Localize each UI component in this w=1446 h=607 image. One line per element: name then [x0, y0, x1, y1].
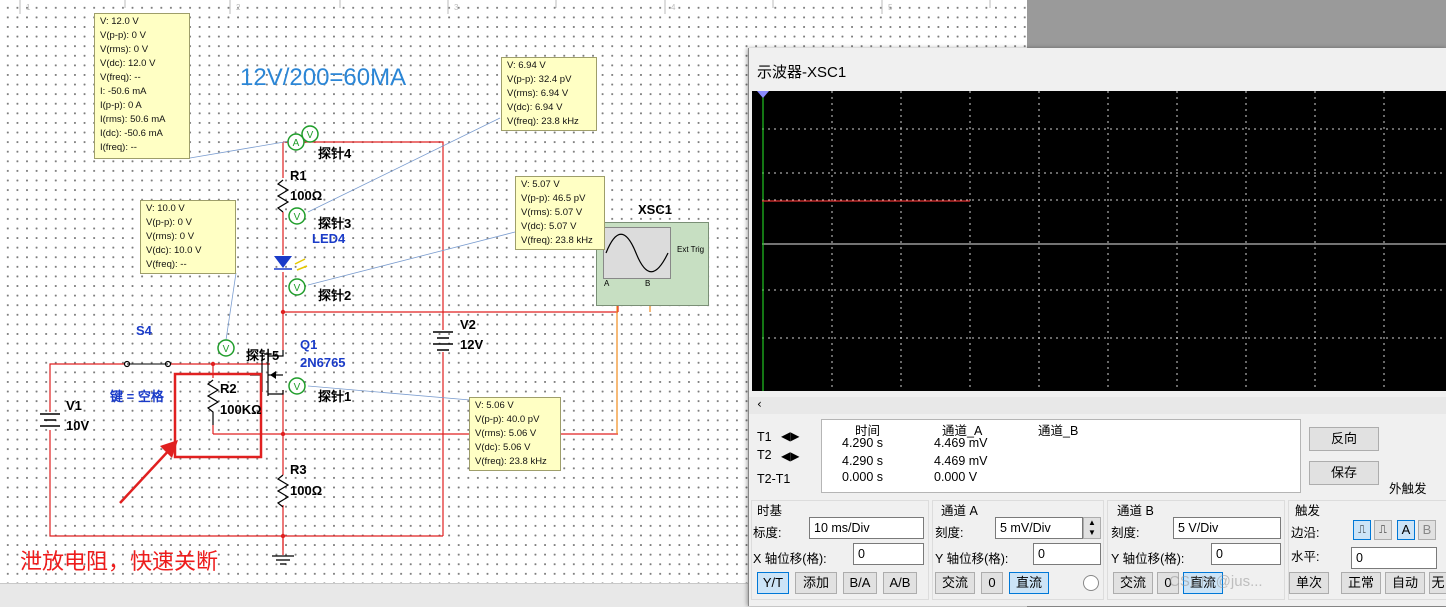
svg-text:V: V: [223, 344, 230, 355]
r3-value: 100Ω: [290, 483, 323, 498]
timebase-title: 时基: [757, 504, 783, 518]
col-ch-b: 通道_B: [1038, 424, 1079, 438]
cursor-readout: 时间 通道_A 通道_B 4.290 s 4.469 mV 4.290 s 4.…: [821, 419, 1301, 493]
probe3-readout: V: 6.94 V V(p-p): 32.4 pV V(rms): 6.94 V V(…: [501, 57, 597, 131]
trigger-a-button[interactable]: A: [1397, 520, 1415, 540]
t2t1-time: 0.000 s: [842, 470, 884, 484]
v2-ref: V2: [460, 317, 476, 332]
probe3-label: 探针3: [318, 216, 352, 231]
channel-a-ypos-field[interactable]: 0: [1033, 543, 1101, 565]
ch-a-label: A: [604, 279, 610, 288]
trigger-level-field[interactable]: 0: [1351, 547, 1437, 569]
timebase-xpos-field[interactable]: 0: [853, 543, 924, 565]
channel-a-ypos-label: Y 轴位移(格):: [935, 552, 1009, 566]
probe1-label: 探针1: [318, 389, 352, 404]
probe5-label: 探针5: [246, 348, 280, 363]
oscilloscope-window[interactable]: 示波器-XSC1 ‹ T1 T2 T2-T1 ◀▶ ◀▶ 时间 通道_A 通道_…: [748, 48, 1446, 606]
switch-key: 键 = 空格: [110, 389, 164, 404]
v1-value: 10V: [66, 418, 90, 433]
heading-annotation: 12V/200=60MA: [240, 64, 407, 91]
trigger-level-label: 水平:: [1291, 550, 1320, 564]
scope-instrument-icon[interactable]: Ext Trig A B: [596, 222, 709, 306]
t2-cursor-arrows[interactable]: ◀▶: [781, 449, 799, 463]
channel-b-title: 通道 B: [1117, 504, 1154, 518]
t1-time: 4.290 s: [842, 436, 884, 450]
t2t1-label: T2-T1: [757, 472, 791, 486]
t1-label: T1: [757, 430, 772, 444]
q1-ref: Q1: [300, 337, 318, 352]
t2t1-a: 0.000 V: [934, 470, 978, 484]
r2-value: 100KΩ: [220, 402, 262, 417]
svg-text:V: V: [307, 130, 314, 141]
probe2-label: 探针2: [318, 288, 352, 303]
none-button[interactable]: 无: [1429, 572, 1446, 594]
svg-text:A: A: [293, 138, 300, 149]
probe5-readout: V: 10.0 V V(p-p): 0 V V(rms): 0 V V(dc): 10…: [140, 200, 236, 274]
scope-preview-screen: [603, 227, 671, 279]
svg-text:V: V: [294, 283, 301, 294]
probe4-readout: V: 12.0 V V(p-p): 0 V V(rms): 0 V V(dc): 12…: [94, 13, 190, 159]
display-scrollbar[interactable]: ‹: [749, 397, 1446, 414]
channel-b-scale-field[interactable]: 5 V/Div: [1173, 517, 1281, 539]
save-button[interactable]: 保存: [1309, 461, 1379, 485]
yt-button[interactable]: Y/T: [757, 572, 789, 594]
svg-text:V: V: [294, 382, 301, 393]
ab-button[interactable]: A/B: [883, 572, 917, 594]
trigger-b-button[interactable]: B: [1418, 520, 1436, 540]
channel-a-title: 通道 A: [941, 504, 978, 518]
q1-part: 2N6765: [300, 355, 346, 370]
channel-a-scale-label: 刻度:: [935, 526, 964, 540]
switch-name: S4: [136, 323, 152, 338]
probe4-label: 探针4: [318, 146, 352, 161]
scope-ref: XSC1: [638, 202, 672, 217]
led-ref: LED4: [312, 231, 346, 246]
r2-ref: R2: [220, 381, 237, 396]
channel-a-scale-spinner[interactable]: ▲ ▼: [1083, 517, 1101, 539]
channel-b-ac-button[interactable]: 交流: [1113, 572, 1153, 594]
falling-edge-button[interactable]: ⎍: [1374, 520, 1392, 540]
add-button[interactable]: 添加: [795, 572, 837, 594]
r1-value: 100Ω: [290, 188, 323, 203]
red-annotation: 泄放电阻，快速关断: [20, 549, 219, 574]
r3-ref: R3: [290, 462, 307, 477]
trigger-title: 触发: [1295, 504, 1321, 518]
ext-trig-label: Ext Trig: [677, 245, 705, 254]
ch-b-label: B: [645, 279, 651, 288]
channel-a-radio[interactable]: [1083, 575, 1099, 591]
channel-a-dc-button[interactable]: 直流: [1009, 572, 1049, 594]
channel-a-ac-button[interactable]: 交流: [935, 572, 975, 594]
single-button[interactable]: 单次: [1289, 572, 1329, 594]
timebase-scale-field[interactable]: 10 ms/Div: [809, 517, 924, 539]
scope-display[interactable]: [752, 91, 1446, 391]
t2-label: T2: [757, 448, 772, 462]
watermark: CSDN @jus...: [1169, 573, 1263, 590]
channel-b-scale-label: 刻度:: [1111, 526, 1140, 540]
reverse-button[interactable]: 反向: [1309, 427, 1379, 451]
probe1-readout: V: 5.06 V V(p-p): 40.0 pV V(rms): 5.06 V V(…: [469, 397, 561, 471]
ext-trigger-label: 外触发: [1389, 482, 1427, 496]
trigger-edge-label: 边沿:: [1291, 526, 1320, 540]
rising-edge-button[interactable]: ⎍: [1353, 520, 1371, 540]
t1-cursor-arrows[interactable]: ◀▶: [781, 429, 799, 443]
probe2-readout: V: 5.07 V V(p-p): 46.5 pV V(rms): 5.07 V V(…: [515, 176, 605, 250]
r1-ref: R1: [290, 168, 307, 183]
window-title: 示波器-XSC1: [757, 64, 847, 81]
auto-button[interactable]: 自动: [1385, 572, 1425, 594]
v1-ref: V1: [66, 398, 82, 413]
channel-b-ypos-field[interactable]: 0: [1211, 543, 1281, 565]
svg-text:V: V: [294, 212, 301, 223]
timebase-xpos-label: X 轴位移(格):: [753, 552, 827, 566]
timebase-scale-label: 标度:: [753, 526, 782, 540]
t2-a: 4.469 mV: [934, 454, 988, 468]
ba-button[interactable]: B/A: [843, 572, 877, 594]
normal-button[interactable]: 正常: [1341, 572, 1381, 594]
t2-time: 4.290 s: [842, 454, 884, 468]
channel-a-scale-field[interactable]: 5 mV/Div: [995, 517, 1083, 539]
channel-a-zero-button[interactable]: 0: [981, 572, 1003, 594]
channel-b-ypos-label: Y 轴位移(格):: [1111, 552, 1185, 566]
v2-value: 12V: [460, 337, 484, 352]
t1-a: 4.469 mV: [934, 436, 988, 450]
